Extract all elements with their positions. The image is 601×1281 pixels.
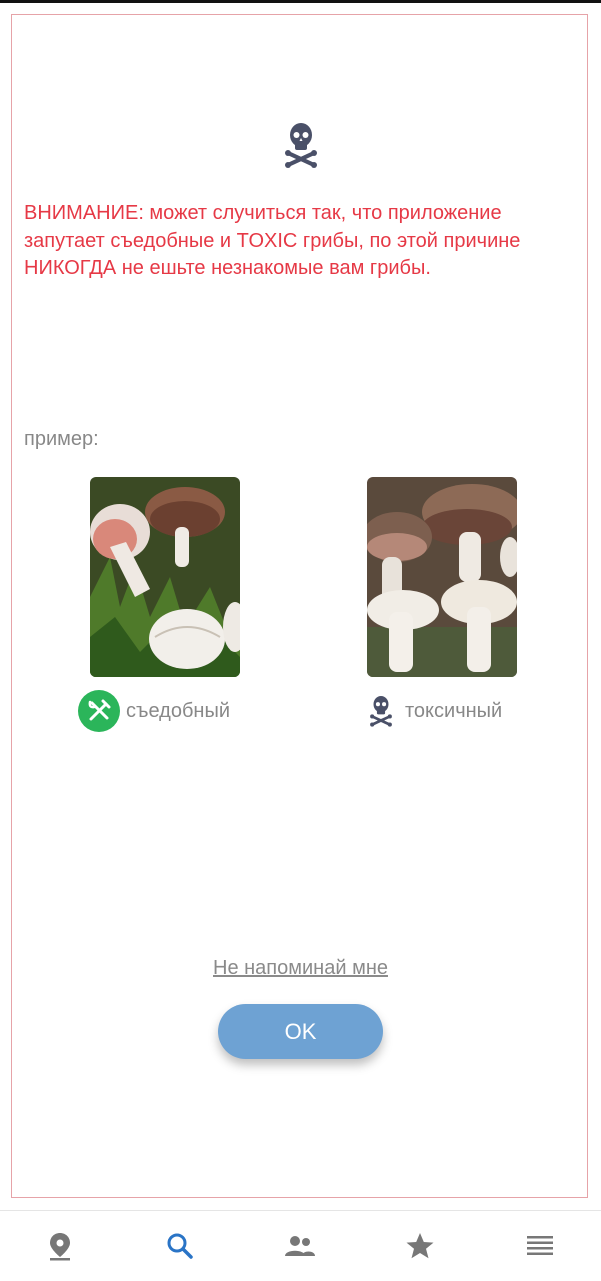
dont-remind-link[interactable]: Не напоминай мне bbox=[0, 957, 601, 980]
nav-favorites[interactable] bbox=[360, 1211, 480, 1281]
people-icon bbox=[285, 1236, 315, 1256]
star-icon bbox=[406, 1233, 434, 1259]
toxic-legend: токсичный bbox=[369, 690, 502, 732]
warning-message: ВНИМАНИЕ: может случиться так, что прило… bbox=[24, 202, 521, 279]
nav-community[interactable] bbox=[240, 1211, 360, 1281]
bottom-navigation bbox=[0, 1210, 601, 1281]
skull-icon bbox=[284, 120, 318, 170]
nav-search[interactable] bbox=[120, 1211, 240, 1281]
example-label: пример: bbox=[24, 428, 99, 450]
toxic-mushroom-image bbox=[367, 477, 517, 677]
location-pin-icon bbox=[50, 1233, 70, 1261]
edible-legend: съедобный bbox=[78, 690, 230, 732]
nav-menu[interactable] bbox=[480, 1211, 600, 1281]
nav-location[interactable] bbox=[0, 1211, 120, 1281]
skull-icon bbox=[369, 693, 393, 729]
ok-button[interactable]: OK bbox=[218, 1004, 383, 1059]
menu-icon bbox=[527, 1236, 553, 1255]
status-bar bbox=[0, 0, 601, 3]
edible-mushroom-image bbox=[90, 477, 240, 677]
edible-label: съедобный bbox=[126, 699, 231, 722]
search-icon bbox=[167, 1233, 193, 1259]
fork-knife-icon bbox=[78, 690, 120, 732]
toxic-label: токсичный bbox=[405, 699, 503, 722]
